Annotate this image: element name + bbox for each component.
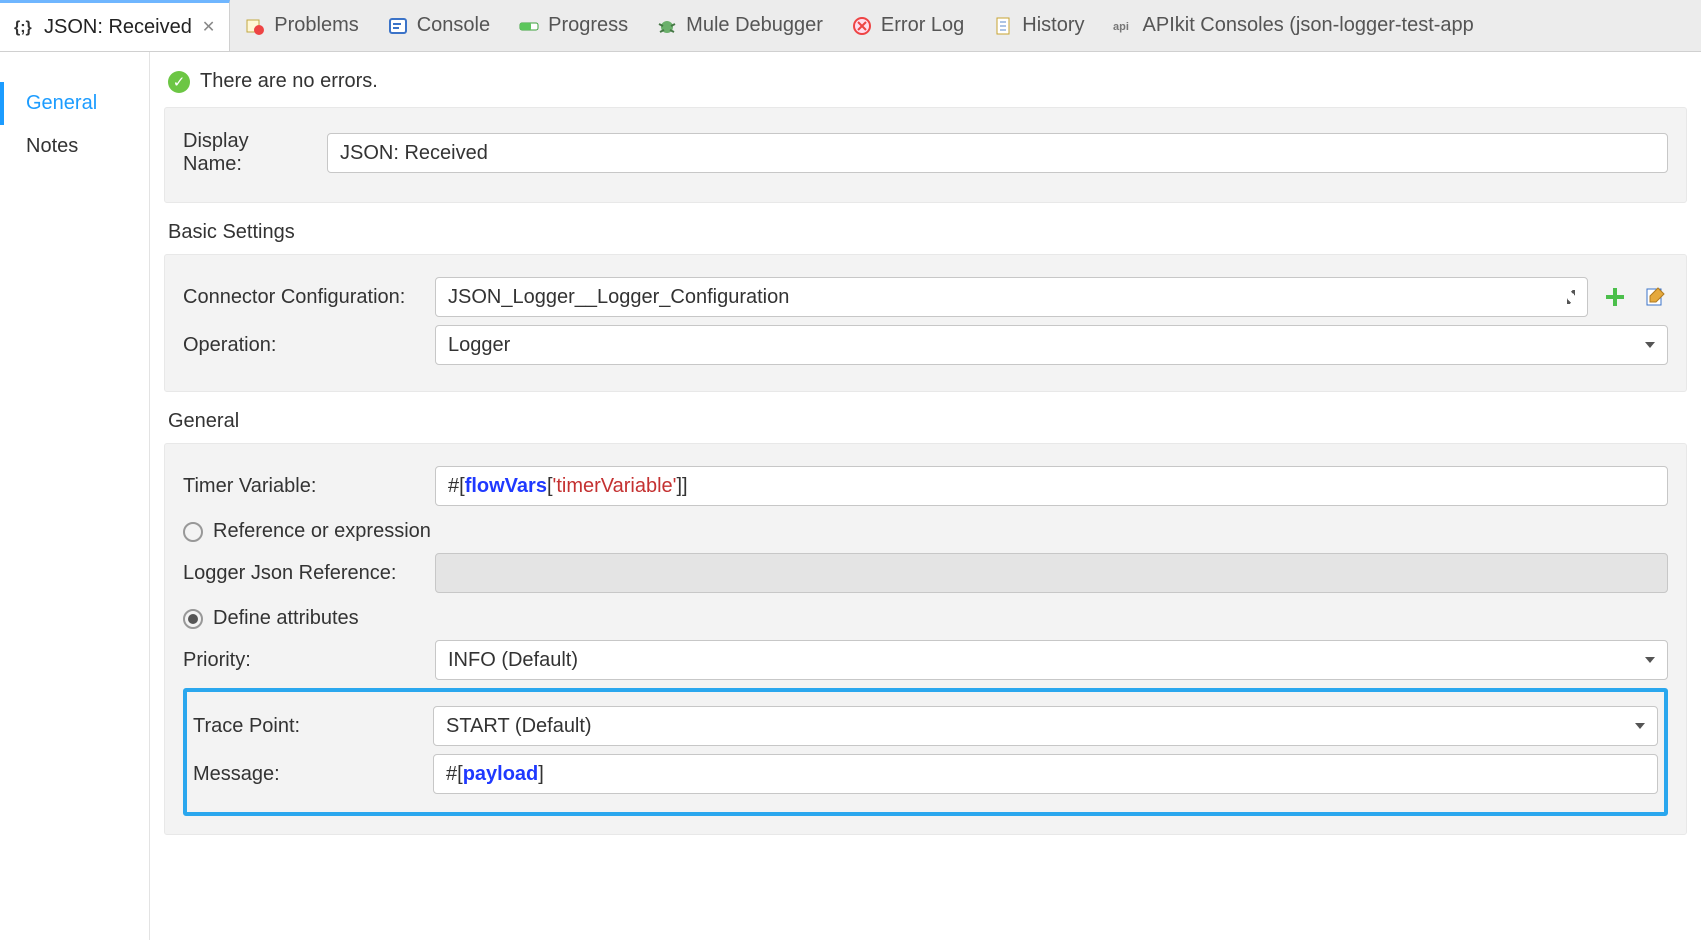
tab-mule-debugger[interactable]: Mule Debugger — [642, 0, 837, 51]
properties-sidebar: General Notes — [0, 52, 150, 940]
radio-reference-expression[interactable]: Reference or expression — [183, 520, 1668, 543]
edit-config-button[interactable] — [1642, 284, 1668, 310]
error-log-icon — [851, 15, 873, 37]
radio-icon — [183, 609, 203, 629]
basic-settings-title: Basic Settings — [168, 221, 1683, 244]
tab-apikit-consoles[interactable]: api APIkit Consoles (json-logger-test-ap… — [1099, 0, 1488, 51]
radio-define-attributes[interactable]: Define attributes — [183, 607, 1668, 630]
trace-point-select[interactable]: START (Default) — [433, 706, 1658, 746]
svg-text:{;}: {;} — [14, 19, 32, 36]
message-input[interactable]: #[payload] — [433, 754, 1658, 794]
display-name-input[interactable]: JSON: Received — [327, 133, 1668, 173]
add-config-button[interactable] — [1602, 284, 1628, 310]
tab-history[interactable]: History — [978, 0, 1098, 51]
basic-settings-section: Connector Configuration: JSON_Logger__Lo… — [164, 254, 1687, 392]
sidebar-item-notes[interactable]: Notes — [0, 125, 149, 168]
tab-console[interactable]: Console — [373, 0, 504, 51]
tab-json-received[interactable]: {;} JSON: Received ✕ — [0, 0, 230, 51]
operation-select[interactable]: Logger — [435, 325, 1668, 365]
svg-text:api: api — [1113, 21, 1129, 33]
radio-icon — [183, 522, 203, 542]
tab-label: Problems — [274, 14, 358, 37]
message-label: Message: — [193, 763, 419, 786]
logger-json-ref-input — [435, 553, 1668, 593]
check-icon: ✓ — [168, 71, 190, 93]
connector-config-select[interactable]: JSON_Logger__Logger_Configuration — [435, 277, 1588, 317]
tab-progress[interactable]: Progress — [504, 0, 642, 51]
tab-label: History — [1022, 14, 1084, 37]
history-icon — [992, 15, 1014, 37]
tab-label: Console — [417, 14, 490, 37]
radio-label: Reference or expression — [213, 520, 431, 543]
bug-icon — [656, 15, 678, 37]
general-section: Timer Variable: #[flowVars['timerVariabl… — [164, 443, 1687, 835]
tab-label: Progress — [548, 14, 628, 37]
timer-variable-input[interactable]: #[flowVars['timerVariable']] — [435, 466, 1668, 506]
highlighted-region: Trace Point: START (Default) Message: #[… — [183, 688, 1668, 816]
api-icon: api — [1113, 15, 1135, 37]
json-braces-icon: {;} — [14, 16, 36, 38]
display-name-section: Display Name: JSON: Received — [164, 107, 1687, 203]
validation-status: ✓ There are no errors. — [164, 70, 1687, 93]
progress-icon — [518, 15, 540, 37]
console-icon — [387, 15, 409, 37]
tab-label: JSON: Received — [44, 16, 192, 39]
close-icon[interactable]: ✕ — [202, 17, 215, 37]
priority-select[interactable]: INFO (Default) — [435, 640, 1668, 680]
display-name-label: Display Name: — [183, 130, 313, 176]
tab-problems[interactable]: Problems — [230, 0, 372, 51]
validation-message: There are no errors. — [200, 70, 378, 93]
problems-icon — [244, 15, 266, 37]
logger-json-ref-label: Logger Json Reference: — [183, 562, 421, 585]
operation-label: Operation: — [183, 334, 421, 357]
tab-label: APIkit Consoles (json-logger-test-app — [1143, 14, 1474, 37]
tab-label: Error Log — [881, 14, 964, 37]
properties-panel: ✓ There are no errors. Display Name: JSO… — [150, 52, 1701, 940]
priority-label: Priority: — [183, 649, 421, 672]
connector-config-label: Connector Configuration: — [183, 286, 421, 309]
timer-variable-label: Timer Variable: — [183, 475, 421, 498]
trace-point-label: Trace Point: — [193, 715, 419, 738]
editor-tabbar: {;} JSON: Received ✕ Problems Console Pr… — [0, 0, 1701, 52]
tab-error-log[interactable]: Error Log — [837, 0, 978, 51]
general-section-title: General — [168, 410, 1683, 433]
sidebar-item-general[interactable]: General — [0, 82, 149, 125]
tab-label: Mule Debugger — [686, 14, 823, 37]
radio-label: Define attributes — [213, 607, 359, 630]
